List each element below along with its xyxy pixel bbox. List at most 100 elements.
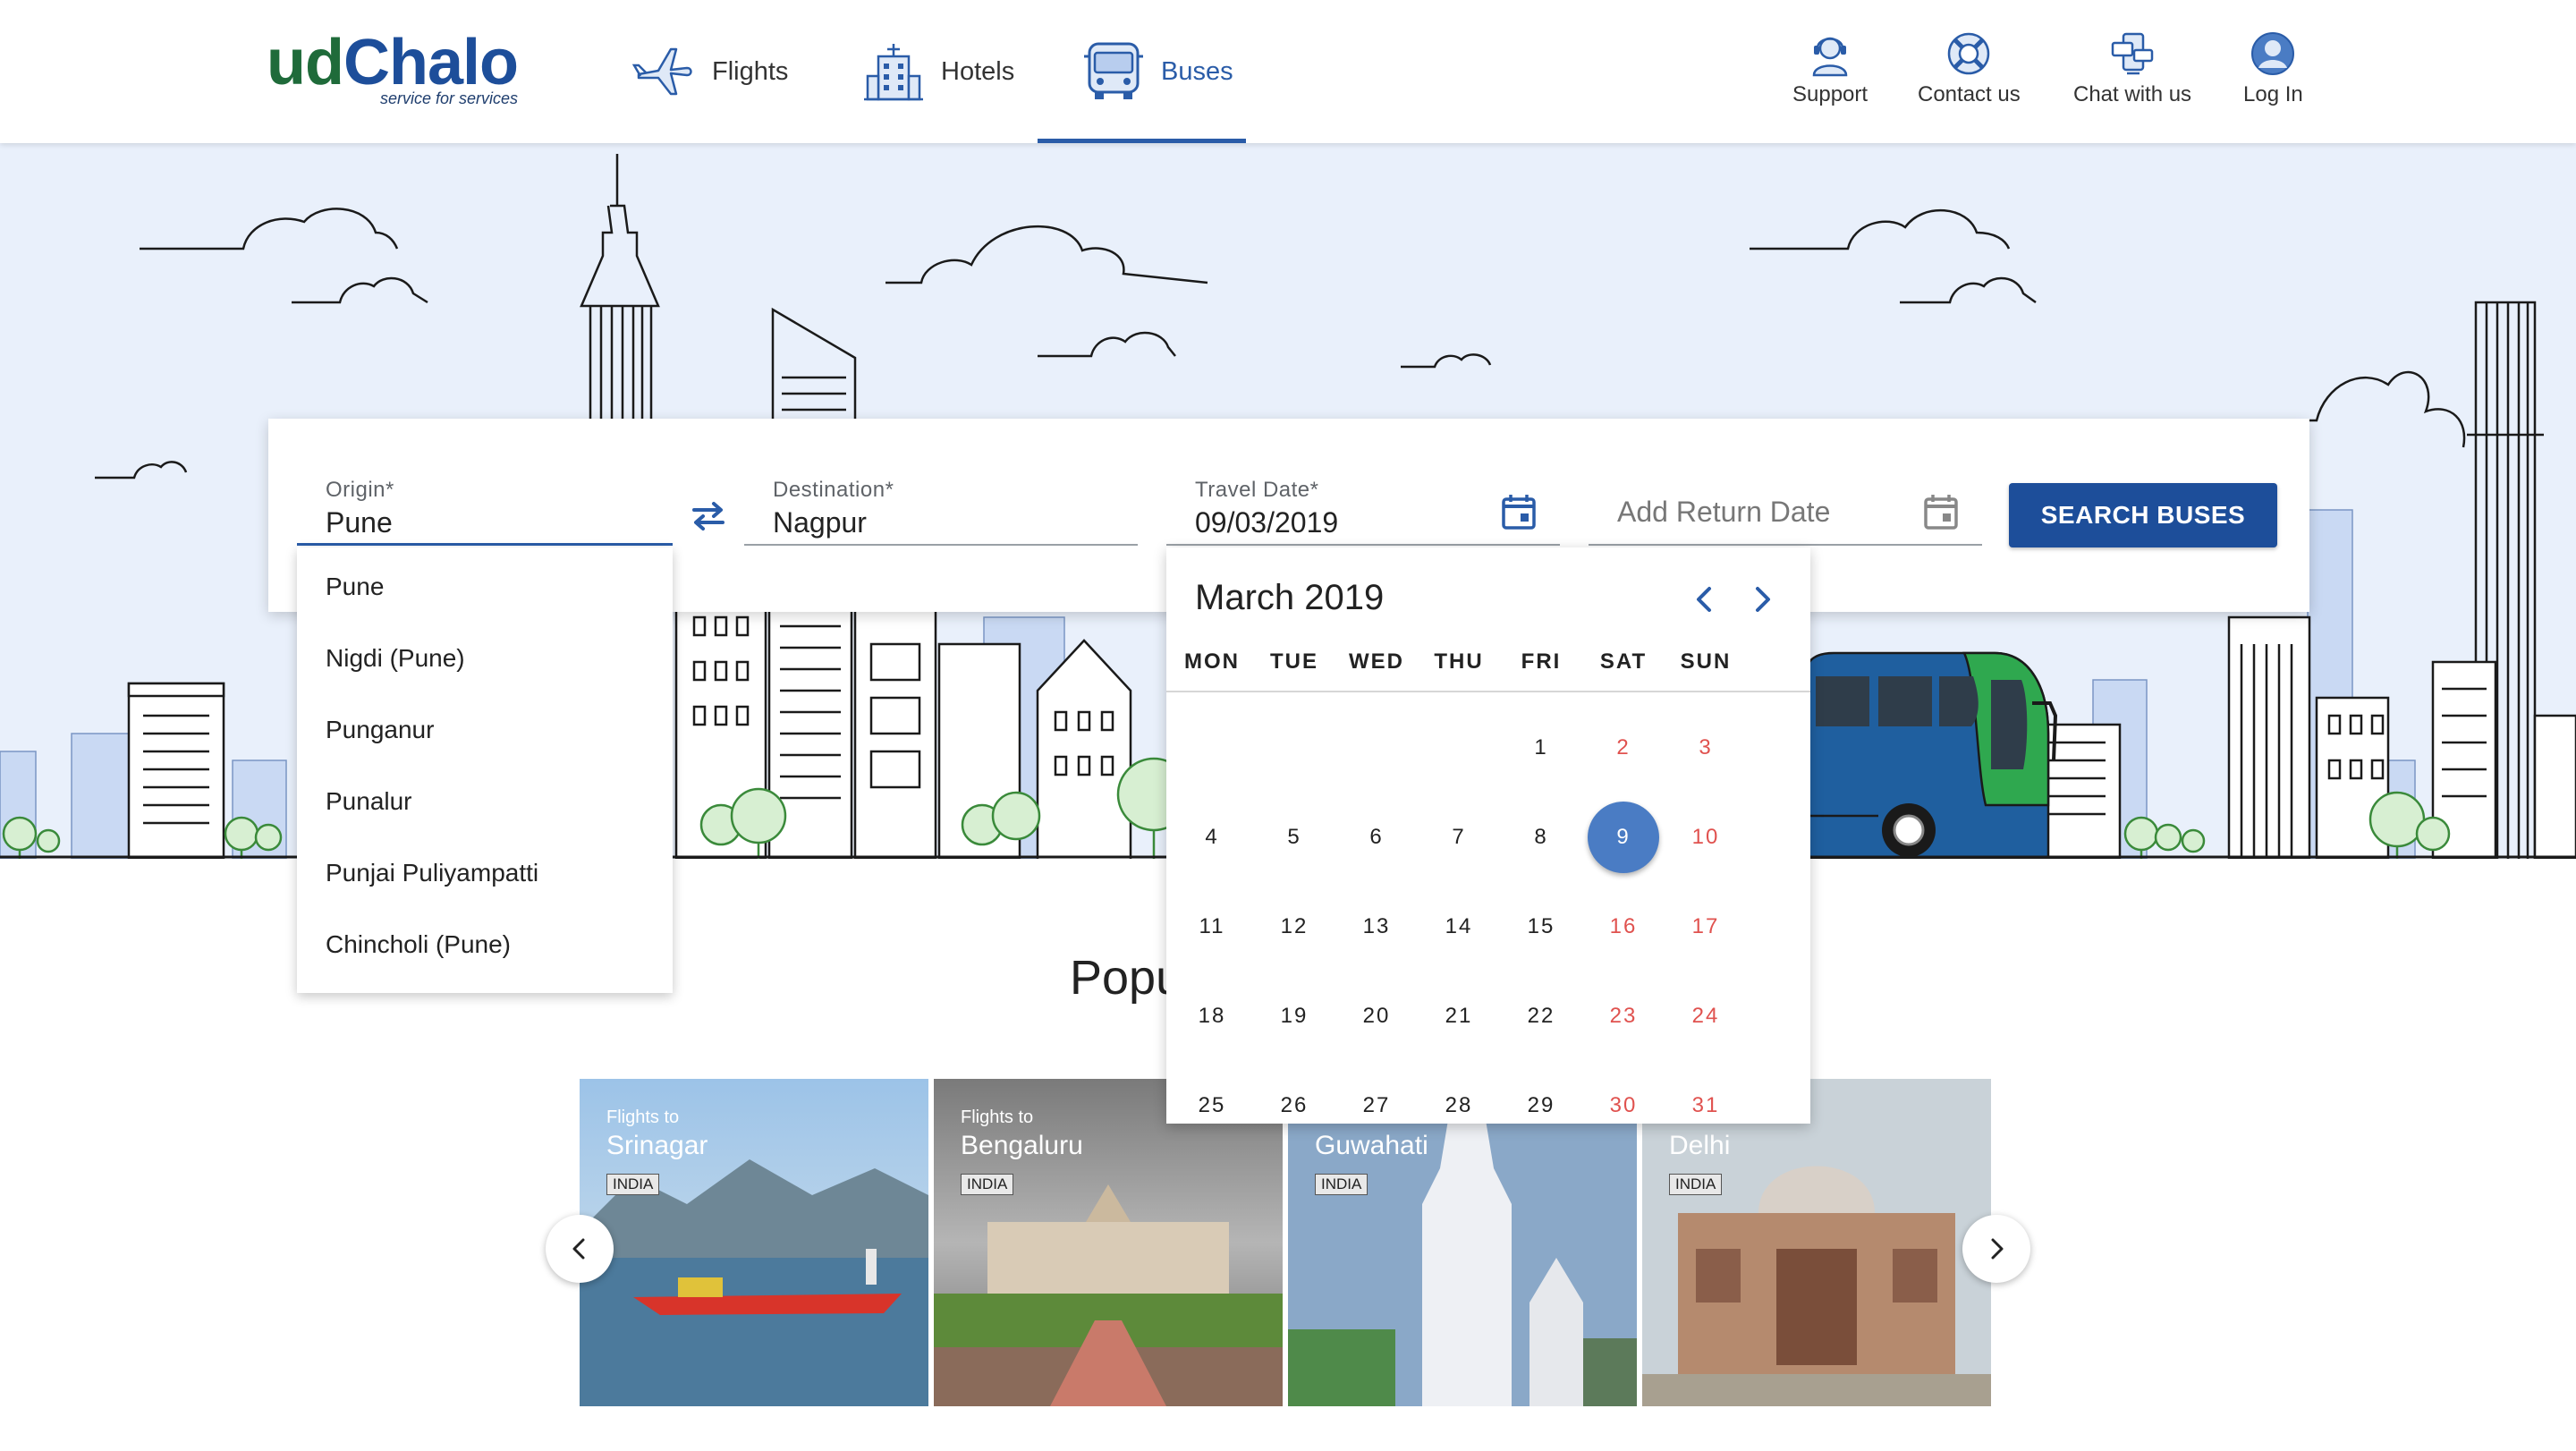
calendar-day[interactable]: 4 — [1176, 802, 1248, 873]
travel-date-input[interactable]: 09/03/2019 — [1195, 506, 1338, 539]
origin-label: Origin* — [326, 478, 394, 502]
origin-field[interactable]: Origin* Pune — [297, 463, 673, 546]
bus-illustration — [1805, 651, 2058, 859]
hotel-icon — [864, 44, 923, 101]
travel-date-label: Travel Date* — [1195, 478, 1319, 502]
card-country-badge: INDIA — [1315, 1174, 1368, 1195]
calendar-day[interactable]: 10 — [1670, 802, 1741, 873]
calendar-day[interactable]: 7 — [1423, 802, 1495, 873]
suggestion-item[interactable]: Nigdi (Pune) — [297, 623, 673, 694]
chat-label: Chat with us — [2073, 82, 2192, 106]
card-city: Bengaluru — [961, 1131, 1083, 1160]
weekday-label: WED — [1349, 649, 1404, 674]
lifebuoy-icon — [1948, 32, 1990, 75]
login-label: Log In — [2243, 82, 2303, 106]
destination-input[interactable]: Nagpur — [773, 506, 867, 539]
card-city: Srinagar — [606, 1131, 708, 1160]
calendar-day[interactable]: 2 — [1588, 712, 1659, 784]
calendar-day-selected[interactable]: 9 — [1588, 802, 1659, 873]
weekday-label: MON — [1184, 649, 1240, 674]
calendar-day[interactable]: 20 — [1341, 980, 1412, 1052]
support-link[interactable]: Support — [1792, 30, 1868, 107]
suggestion-item[interactable]: Punganur — [297, 694, 673, 766]
card-country-badge: INDIA — [1669, 1174, 1723, 1195]
suggestion-item[interactable]: Chincholi (Pune) — [297, 909, 673, 980]
destination-card[interactable]: Flights to Srinagar INDIA — [580, 1079, 928, 1406]
carousel-next-button[interactable] — [1962, 1215, 2030, 1283]
calendar-day[interactable]: 1 — [1505, 712, 1577, 784]
contact-link[interactable]: Contact us — [1918, 30, 2021, 107]
calendar-icon-disabled[interactable] — [1921, 492, 1961, 531]
chevron-left-icon[interactable] — [1687, 581, 1723, 617]
swap-icon[interactable] — [687, 494, 730, 537]
suggestion-item[interactable]: Pune — [297, 551, 673, 623]
calendar-day[interactable]: 6 — [1341, 802, 1412, 873]
chevron-right-icon[interactable] — [1744, 581, 1780, 617]
nav-buses-label: Buses — [1161, 56, 1233, 86]
logo-chalo: Chalo — [343, 27, 519, 98]
logo-ud: ud — [267, 27, 344, 98]
calendar-day[interactable]: 13 — [1341, 891, 1412, 963]
calendar-day[interactable]: 14 — [1423, 891, 1495, 963]
suggestion-item[interactable]: Punjai Puliyampatti — [297, 837, 673, 909]
chat-icon — [2111, 32, 2154, 75]
logo-tagline: service for services — [379, 89, 518, 107]
calendar-day[interactable]: 26 — [1258, 1070, 1330, 1141]
calendar-day[interactable]: 27 — [1341, 1070, 1412, 1141]
origin-input[interactable]: Pune — [326, 506, 393, 539]
travel-date-field[interactable]: Travel Date* 09/03/2019 — [1166, 463, 1560, 546]
brand-logo[interactable]: udChalo service for services — [267, 27, 519, 107]
calendar-month-label: March 2019 — [1195, 578, 1385, 617]
calendar-day[interactable]: 21 — [1423, 980, 1495, 1052]
nav-flights-label: Flights — [712, 56, 789, 86]
date-picker: March 2019 MON TUE WED THU FRI SAT SUN 1234567… — [1166, 547, 1810, 1124]
calendar-day[interactable]: 3 — [1670, 712, 1741, 784]
calendar-day[interactable]: 25 — [1176, 1070, 1248, 1141]
destination-field[interactable]: Destination* Nagpur — [744, 463, 1138, 546]
chat-link[interactable]: Chat with us — [2073, 30, 2191, 107]
card-country-badge: INDIA — [961, 1174, 1014, 1195]
top-header: udChalo service for services Flights Hot… — [0, 0, 2576, 143]
bus-icon — [1084, 42, 1143, 99]
origin-suggestions-dropdown: Pune Nigdi (Pune) Punganur Punalur Punja… — [297, 547, 673, 993]
calendar-day[interactable]: 28 — [1423, 1070, 1495, 1141]
calendar-day[interactable]: 8 — [1505, 802, 1577, 873]
login-link[interactable]: Log In — [2243, 30, 2303, 107]
nav-buses[interactable]: Buses — [1038, 0, 1246, 143]
calendar-day[interactable]: 29 — [1505, 1070, 1577, 1141]
calendar-day[interactable]: 11 — [1176, 891, 1248, 963]
return-date-input[interactable]: Add Return Date — [1617, 496, 1830, 529]
chevron-right-icon — [1991, 1238, 2004, 1260]
calendar-day[interactable]: 19 — [1258, 980, 1330, 1052]
support-agent-icon — [1812, 37, 1848, 77]
suggestion-item[interactable]: Punalur — [297, 766, 673, 837]
calendar-day[interactable]: 23 — [1588, 980, 1659, 1052]
calendar-day[interactable]: 5 — [1258, 802, 1330, 873]
calendar-day[interactable]: 31 — [1670, 1070, 1741, 1141]
weekday-label: THU — [1434, 649, 1484, 674]
weekday-label: SAT — [1599, 649, 1648, 674]
weekday-label: SUN — [1680, 649, 1732, 674]
logo-wordmark: udChalo — [267, 27, 519, 98]
calendar-day[interactable]: 30 — [1588, 1070, 1659, 1141]
calendar-day[interactable]: 24 — [1670, 980, 1741, 1052]
card-country-badge: INDIA — [606, 1174, 660, 1195]
calendar-weekday-header: MON TUE WED THU FRI SAT SUN — [1166, 646, 1810, 692]
search-buses-button[interactable]: SEARCH BUSES — [2009, 483, 2277, 547]
carousel-prev-button[interactable] — [546, 1215, 614, 1283]
calendar-day[interactable]: 22 — [1505, 980, 1577, 1052]
calendar-day[interactable]: 12 — [1258, 891, 1330, 963]
return-date-field[interactable]: Add Return Date — [1589, 463, 1982, 546]
card-caption: Flights to — [961, 1107, 1034, 1127]
calendar-day[interactable]: 17 — [1670, 891, 1741, 963]
contact-label: Contact us — [1918, 82, 2021, 106]
calendar-day[interactable]: 16 — [1588, 891, 1659, 963]
destination-label: Destination* — [773, 478, 894, 502]
card-caption: Flights to — [606, 1107, 680, 1127]
nav-flights[interactable]: Flights — [631, 0, 788, 143]
calendar-icon[interactable] — [1499, 492, 1538, 531]
calendar-day[interactable]: 18 — [1176, 980, 1248, 1052]
calendar-day[interactable]: 15 — [1505, 891, 1577, 963]
weekday-label: FRI — [1521, 649, 1562, 674]
nav-hotels[interactable]: Hotels — [860, 0, 1014, 143]
